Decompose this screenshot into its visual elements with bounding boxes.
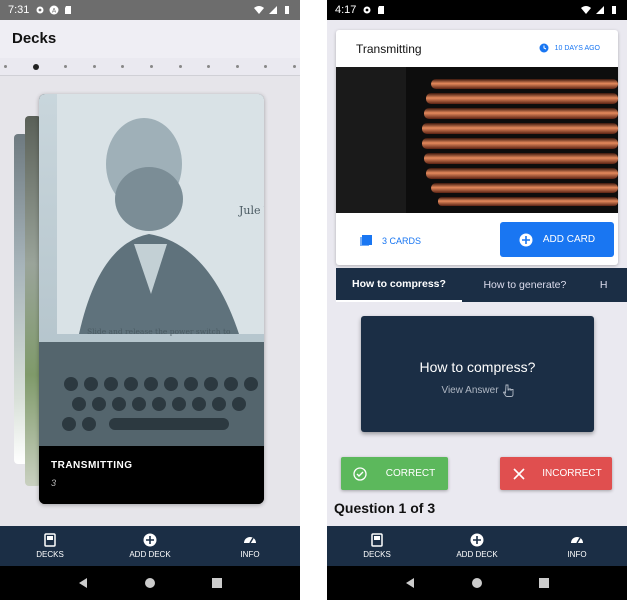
nav-add-deck[interactable]: ADD DECK (427, 526, 527, 566)
timestamp-text: 10 DAYS AGO (554, 44, 600, 52)
home-icon[interactable] (471, 577, 483, 589)
bottom-nav: DECKS ADD DECK INFO (0, 526, 300, 566)
deck-title: TRANSMITTING (51, 460, 133, 471)
plus-circle-icon (519, 233, 533, 246)
recents-icon[interactable] (211, 577, 223, 589)
art-name-text: Jule Ve (238, 204, 264, 217)
carousel-dot[interactable] (264, 65, 268, 68)
system-nav-bar (0, 566, 300, 600)
deck-timestamp: 10 DAYS AGO (539, 43, 600, 53)
account-icon: A (49, 5, 59, 15)
sd-card-icon (65, 6, 72, 14)
close-icon (513, 467, 525, 480)
wifi-icon (254, 6, 264, 14)
decks-screen: 7:31 A Decks Jule Slide and release the … (0, 0, 300, 600)
carousel-dot[interactable] (92, 65, 96, 68)
check-circle-icon (353, 466, 367, 481)
incorrect-label: INCORRECT (542, 468, 602, 479)
cards-icon (371, 533, 383, 547)
carousel-indicator (0, 58, 300, 76)
tab-question-1[interactable]: How to compress? (336, 268, 462, 302)
deck-detail-card: Transmitting 10 DAYS AGO 3 CARDS ADD CAR… (336, 30, 618, 265)
back-icon[interactable] (77, 577, 89, 589)
home-icon[interactable] (144, 577, 156, 589)
plus-circle-icon (143, 533, 157, 547)
gauge-icon (571, 537, 583, 544)
question-text: How to compress? (419, 359, 536, 375)
carousel-dot[interactable] (4, 65, 7, 68)
wifi-icon (581, 6, 591, 14)
nav-add-deck[interactable]: ADD DECK (100, 526, 200, 566)
deck-carousel[interactable]: Jule Ve Slide and release the power swit… (0, 76, 300, 526)
incorrect-button[interactable]: INCORRECT (500, 457, 612, 490)
deck-card-count: 3 (51, 478, 57, 488)
hand-pointer-icon (502, 384, 513, 397)
page-title: Decks (12, 30, 57, 47)
deck-card[interactable]: Jule Ve Slide and release the power swit… (39, 94, 264, 504)
carousel-dot[interactable] (149, 65, 153, 68)
recents-icon[interactable] (538, 577, 550, 589)
tab-question-3[interactable]: H (588, 268, 627, 302)
nav-decks[interactable]: DECKS (327, 526, 427, 566)
carousel-dot[interactable] (207, 65, 211, 68)
back-icon[interactable] (404, 577, 416, 589)
view-answer[interactable]: View Answer (361, 384, 594, 397)
deck-card-caption: TRANSMITTING 3 (39, 446, 264, 504)
question-progress: Question 1 of 3 (334, 500, 436, 516)
nav-info[interactable]: INFO (200, 526, 300, 566)
cards-stack-icon (360, 235, 372, 246)
art-caption-text: Slide and release the power switch to (87, 327, 231, 336)
card-count: 3 CARDS (360, 235, 421, 247)
nav-label: DECKS (363, 550, 391, 559)
carousel-dot[interactable] (121, 65, 125, 68)
settings-icon (36, 6, 44, 14)
carousel-dot[interactable] (178, 65, 182, 68)
carousel-dot[interactable] (235, 65, 239, 68)
settings-icon (363, 6, 371, 14)
plus-circle-icon (470, 533, 484, 547)
carousel-dot-active[interactable] (32, 63, 39, 70)
bottom-nav: DECKS ADD DECK INFO (327, 526, 627, 566)
add-card-label: ADD CARD (542, 234, 596, 245)
sd-card-icon (378, 6, 385, 14)
question-card[interactable]: How to compress? View Answer (361, 316, 594, 432)
nav-label: INFO (240, 550, 260, 559)
status-time: 4:17 (335, 4, 357, 16)
add-card-button[interactable]: ADD CARD (500, 222, 614, 257)
view-answer-label: View Answer (441, 385, 499, 396)
deck-cover-image: Jule Ve Slide and release the power swit… (39, 94, 264, 446)
signal-icon (269, 6, 277, 14)
system-nav-bar (327, 566, 627, 600)
carousel-dot[interactable] (292, 65, 296, 68)
question-tabs: How to compress? How to generate? H (336, 268, 627, 302)
clock-icon (539, 43, 549, 53)
cards-icon (44, 533, 56, 547)
nav-label: DECKS (36, 550, 64, 559)
status-bar: 7:31 A (0, 0, 300, 20)
signal-icon (596, 6, 604, 14)
battery-icon (612, 6, 616, 14)
nav-label: ADD DECK (129, 550, 171, 559)
battery-icon (285, 6, 289, 14)
deck-detail-screen: 4:17 Transmitting 10 DAYS AGO 3 CARDS AD… (327, 0, 627, 600)
deck-cover-image (336, 67, 618, 213)
nav-label: INFO (567, 550, 587, 559)
deck-title: Transmitting (356, 42, 422, 56)
tab-question-2[interactable]: How to generate? (462, 268, 588, 302)
card-count-text: 3 CARDS (382, 236, 422, 246)
nav-label: ADD DECK (456, 550, 498, 559)
nav-info[interactable]: INFO (527, 526, 627, 566)
carousel-dot[interactable] (64, 65, 68, 68)
status-bar: 4:17 (327, 0, 627, 20)
nav-decks[interactable]: DECKS (0, 526, 100, 566)
status-time: 7:31 (8, 4, 30, 16)
app-bar: Decks (0, 20, 300, 58)
correct-button[interactable]: CORRECT (341, 457, 448, 490)
correct-label: CORRECT (385, 468, 436, 479)
gauge-icon (244, 537, 256, 544)
